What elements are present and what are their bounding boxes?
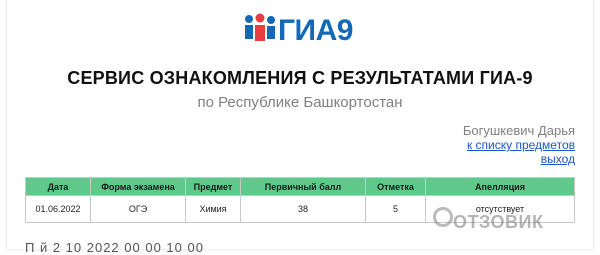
table-header-row: Дата Форма экзамена Предмет Первичный ба…: [26, 178, 574, 195]
cell-date: 01.06.2022: [26, 196, 90, 222]
footer-partial-text: П й 2 10 2022 00 00 10 00: [25, 240, 204, 255]
watermark: ОТЗОВИК: [453, 212, 544, 232]
page-title: СЕРВИС ОЗНАКОМЛЕНИЯ С РЕЗУЛЬТАТАМИ ГИА-9: [67, 68, 533, 88]
back-to-subjects-link[interactable]: к списку предметов: [463, 138, 575, 152]
column-header-form: Форма экзамена: [91, 178, 185, 195]
gia9-logo: ГИА9: [243, 13, 361, 49]
column-header-date: Дата: [26, 178, 90, 195]
page-subtitle: по Республике Башкортостан: [197, 94, 403, 111]
people-icon: [245, 13, 275, 41]
logout-link[interactable]: выход: [463, 152, 575, 166]
column-header-primary-score: Первичный балл: [241, 178, 365, 195]
column-header-appeal: Апелляция: [426, 178, 574, 195]
column-header-subject: Предмет: [186, 178, 240, 195]
column-header-grade: Отметка: [366, 178, 425, 195]
cell-grade: 5: [366, 196, 425, 222]
cell-subject: Химия: [186, 196, 240, 222]
watermark-icon: [433, 207, 453, 227]
cell-primary-score: 38: [241, 196, 365, 222]
student-name: Богушкевич Дарья: [462, 123, 575, 138]
logo-text: ГИА9: [278, 14, 353, 47]
cell-form: ОГЭ: [91, 196, 185, 222]
student-panel: Богушкевич Дарья к списку предметов выхо…: [462, 123, 575, 167]
